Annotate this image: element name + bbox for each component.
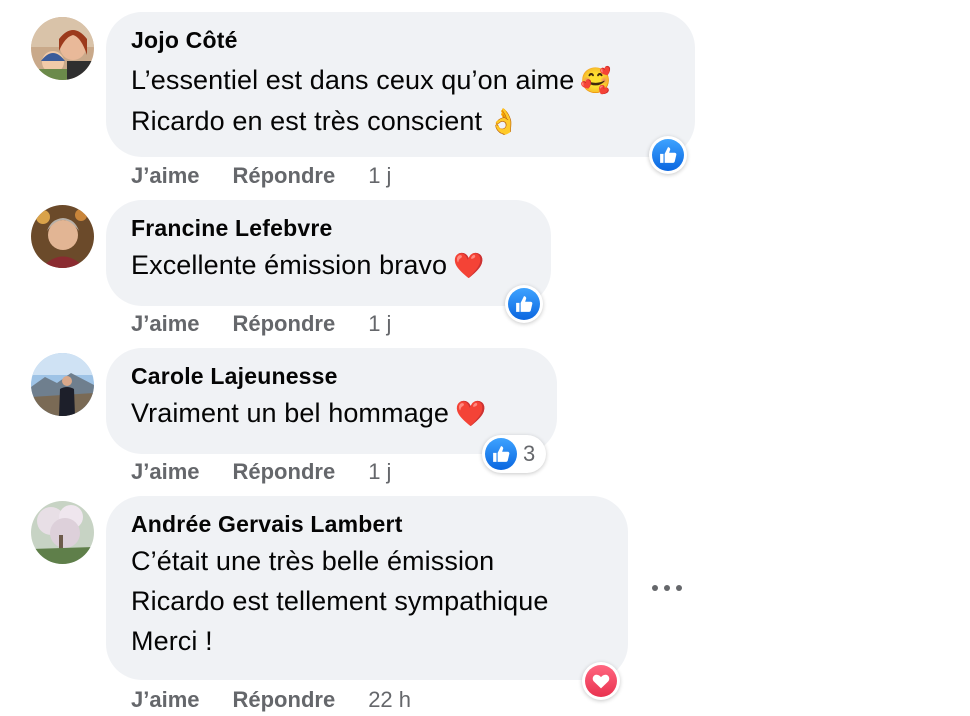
reply-button[interactable]: Répondre xyxy=(233,163,336,189)
ok-hand-emoji: 👌 xyxy=(488,107,520,136)
like-icon xyxy=(508,288,540,320)
comment-author[interactable]: Andrée Gervais Lambert xyxy=(131,510,603,538)
comment-timestamp[interactable]: 1 j xyxy=(368,311,391,337)
comment-text-line: C’était une très belle émission xyxy=(131,546,495,576)
reaction-summary[interactable]: 3 xyxy=(482,435,547,473)
comment-timestamp[interactable]: 1 j xyxy=(368,459,391,485)
comment-text-line: Ricardo est tellement sympathique xyxy=(131,586,549,616)
like-icon xyxy=(652,139,684,171)
comment-bubble: Francine Lefebvre Excellente émission br… xyxy=(106,200,551,306)
reply-button[interactable]: Répondre xyxy=(233,311,336,337)
comment-actions: J’aime Répondre 22 h xyxy=(131,685,411,715)
comment-avatar[interactable] xyxy=(31,17,94,80)
like-button[interactable]: J’aime xyxy=(131,163,200,189)
reply-button[interactable]: Répondre xyxy=(233,459,336,485)
comment-actions: J’aime Répondre 1 j xyxy=(131,309,391,339)
like-button[interactable]: J’aime xyxy=(131,311,200,337)
reaction-summary[interactable] xyxy=(505,285,543,323)
comment-timestamp[interactable]: 1 j xyxy=(368,163,391,189)
comment-avatar[interactable] xyxy=(31,205,94,268)
reaction-summary[interactable] xyxy=(649,136,687,174)
comment-author[interactable]: Jojo Côté xyxy=(131,26,670,54)
like-button[interactable]: J’aime xyxy=(131,459,200,485)
like-icon xyxy=(485,438,517,470)
comment-actions: J’aime Répondre 1 j xyxy=(131,161,391,191)
comment-author[interactable]: Carole Lajeunesse xyxy=(131,362,532,390)
more-options-button[interactable] xyxy=(652,578,682,598)
red-heart-emoji: ❤️ xyxy=(454,399,487,428)
comment-text-line: Merci ! xyxy=(131,626,213,656)
reply-button[interactable]: Répondre xyxy=(233,687,336,713)
red-heart-emoji: ❤️ xyxy=(453,251,485,280)
comment-text-line: Vraiment un bel hommage ❤️ xyxy=(131,398,487,428)
comment-avatar[interactable] xyxy=(31,501,94,564)
comment-author[interactable]: Francine Lefebvre xyxy=(131,214,526,242)
smiling-face-with-hearts-emoji: 🥰 xyxy=(580,66,612,95)
heart-icon xyxy=(585,665,617,697)
dot-icon xyxy=(652,585,658,591)
comment-bubble: Jojo Côté L’essentiel est dans ceux qu’o… xyxy=(106,12,695,157)
comment-text-line: Excellente émission bravo ❤️ xyxy=(131,250,485,280)
comment-bubble: Andrée Gervais Lambert C’était une très … xyxy=(106,496,628,680)
comment-avatar[interactable] xyxy=(31,353,94,416)
dot-icon xyxy=(664,585,670,591)
dot-icon xyxy=(676,585,682,591)
comment-timestamp[interactable]: 22 h xyxy=(368,687,411,713)
comment-text-line: Ricardo en est très conscient 👌 xyxy=(131,106,520,136)
comment-actions: J’aime Répondre 1 j xyxy=(131,457,391,487)
comment-text-line: L’essentiel est dans ceux qu’on aime 🥰 xyxy=(131,65,612,95)
reaction-count: 3 xyxy=(523,441,536,466)
reaction-summary[interactable] xyxy=(582,662,620,700)
like-button[interactable]: J’aime xyxy=(131,687,200,713)
